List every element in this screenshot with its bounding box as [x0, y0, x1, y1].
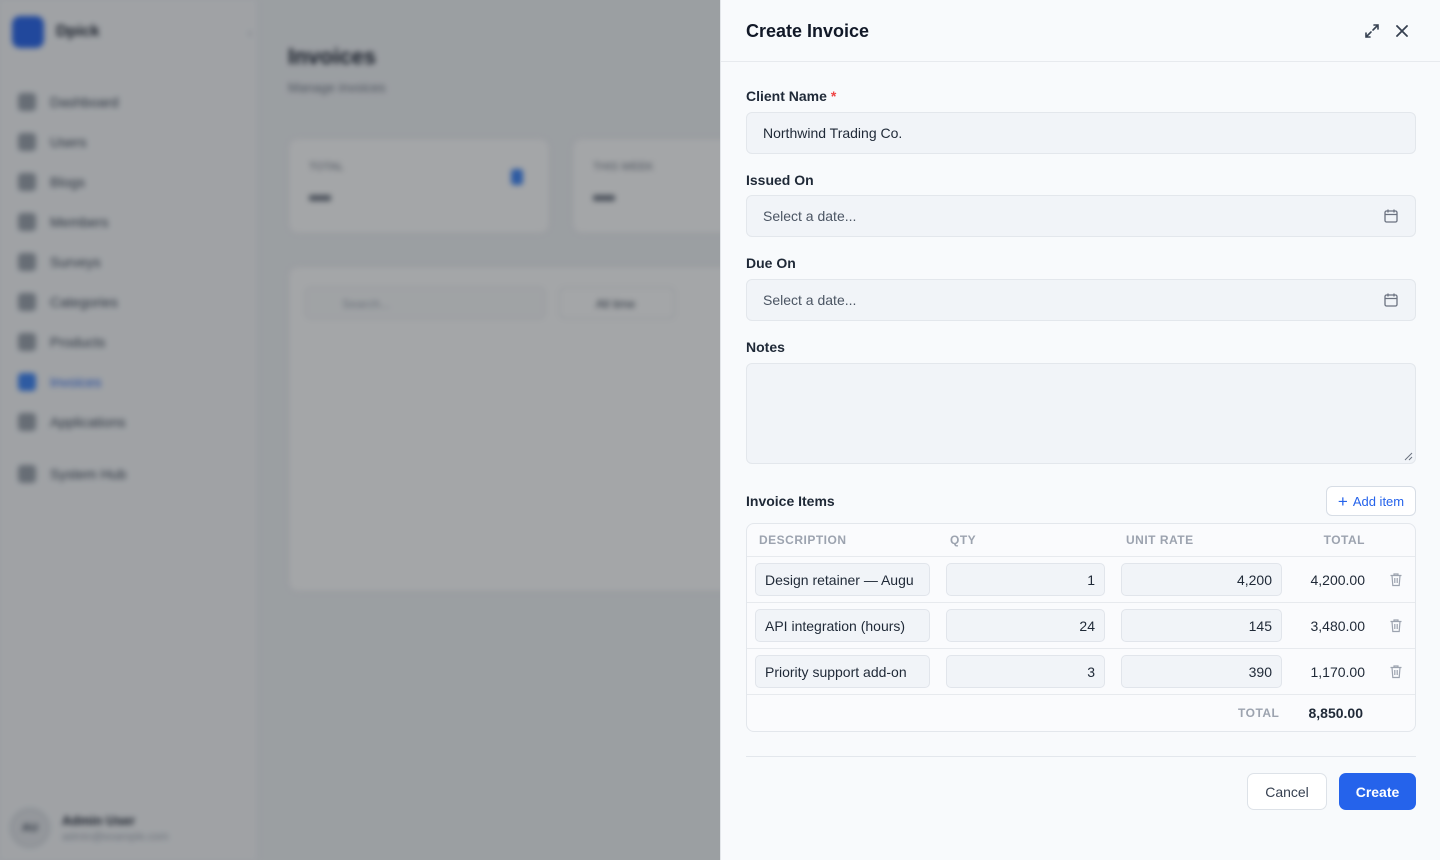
close-icon[interactable] [1391, 20, 1413, 42]
required-mark: * [830, 88, 837, 104]
item-description-input[interactable]: Design retainer — Augu [755, 563, 930, 596]
item-qty-input[interactable]: 1 [946, 563, 1105, 596]
expand-icon[interactable] [1361, 20, 1383, 42]
invoice-items-table: DESCRIPTION QTY UNIT RATE TOTAL Design r… [746, 523, 1416, 732]
add-item-button[interactable]: + Add item [1326, 486, 1416, 516]
trash-icon[interactable] [1389, 572, 1403, 587]
grand-total-value: 8,850.00 [1308, 705, 1364, 721]
table-row: API integration (hours) 24 145 3,480.00 [747, 603, 1415, 649]
calendar-icon [1384, 209, 1398, 223]
due-on-label: Due On [746, 255, 796, 271]
column-total: TOTAL [1323, 533, 1365, 547]
item-qty-input[interactable]: 24 [946, 609, 1105, 642]
issued-on-date-picker[interactable]: Select a date... [746, 195, 1416, 237]
create-button[interactable]: Create [1339, 773, 1416, 810]
resize-handle-icon[interactable] [1404, 452, 1413, 461]
create-invoice-drawer: Create Invoice Client Name * Northwind Tr… [720, 0, 1440, 860]
trash-icon[interactable] [1389, 664, 1403, 679]
issued-on-label: Issued On [746, 172, 814, 188]
calendar-icon [1384, 293, 1398, 307]
due-on-date-picker[interactable]: Select a date... [746, 279, 1416, 321]
column-unit-rate: UNIT RATE [1126, 533, 1194, 547]
client-name-label: Client Name * [746, 88, 837, 104]
item-total: 3,480.00 [1310, 618, 1366, 634]
item-rate-input[interactable]: 390 [1121, 655, 1282, 688]
notes-textarea[interactable] [746, 363, 1416, 464]
table-row: Priority support add-on 3 390 1,170.00 [747, 649, 1415, 695]
drawer-title: Create Invoice [746, 21, 870, 41]
item-qty-input[interactable]: 3 [946, 655, 1105, 688]
plus-icon: + [1337, 491, 1348, 511]
notes-label: Notes [746, 339, 785, 355]
column-description: DESCRIPTION [759, 533, 847, 547]
item-total: 4,200.00 [1310, 572, 1366, 588]
client-name-input[interactable]: Northwind Trading Co. [746, 112, 1416, 154]
item-total: 1,170.00 [1310, 664, 1366, 680]
item-description-input[interactable]: API integration (hours) [755, 609, 930, 642]
table-row: Design retainer — Augu 1 4,200 4,200.00 [747, 557, 1415, 603]
invoice-items-title: Invoice Items [746, 493, 835, 509]
drawer-header: Create Invoice [721, 0, 1440, 62]
footer-divider [746, 756, 1416, 757]
item-rate-input[interactable]: 145 [1121, 609, 1282, 642]
cancel-button[interactable]: Cancel [1247, 773, 1327, 810]
table-header: DESCRIPTION QTY UNIT RATE TOTAL [747, 524, 1415, 557]
trash-icon[interactable] [1389, 618, 1403, 633]
item-rate-input[interactable]: 4,200 [1121, 563, 1282, 596]
grand-total-label: TOTAL [1238, 706, 1280, 720]
item-description-input[interactable]: Priority support add-on [755, 655, 930, 688]
column-qty: QTY [950, 533, 977, 547]
